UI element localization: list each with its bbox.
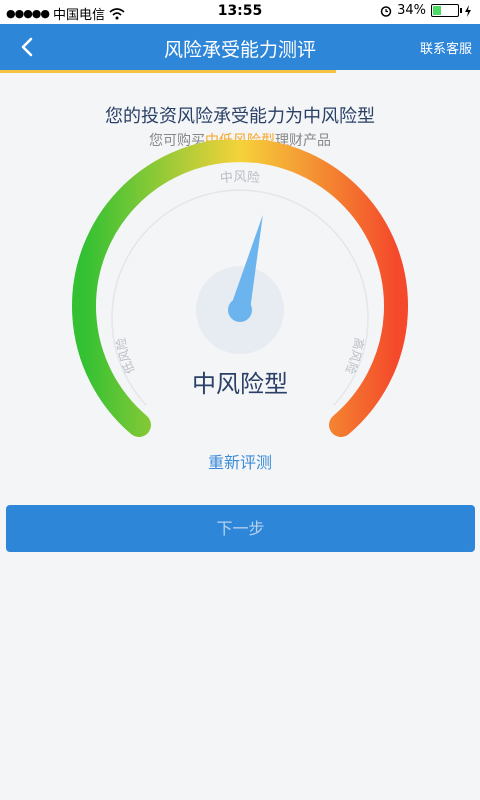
contact-service-link[interactable]: 联系客服 [420,38,472,57]
status-bar: ●●●●● 中国电信 13:55 34% [0,0,480,24]
risk-gauge: 低风险 中风险 高风险 [72,140,408,437]
page-title: 风险承受能力测评 [163,39,316,61]
next-step-button[interactable]: 下一步 [6,505,475,552]
nav-bar: 风险承受能力测评 联系客服 [0,24,480,70]
gauge-needle-center [228,298,252,322]
battery-fill [433,6,441,15]
battery-percent: 34% [397,3,426,18]
result-label: 中风险型 [192,370,288,398]
charging-icon [465,4,471,17]
gauge-label-top: 中风险 [219,170,260,186]
risk-headline: 您的投资风险承受能力为中风险型 [105,106,375,127]
alarm-icon [380,5,392,17]
nav-progress-bar [0,70,336,73]
status-right: 34% [380,3,472,18]
battery-icon [431,4,462,17]
retest-link[interactable]: 重新评测 [0,449,480,473]
